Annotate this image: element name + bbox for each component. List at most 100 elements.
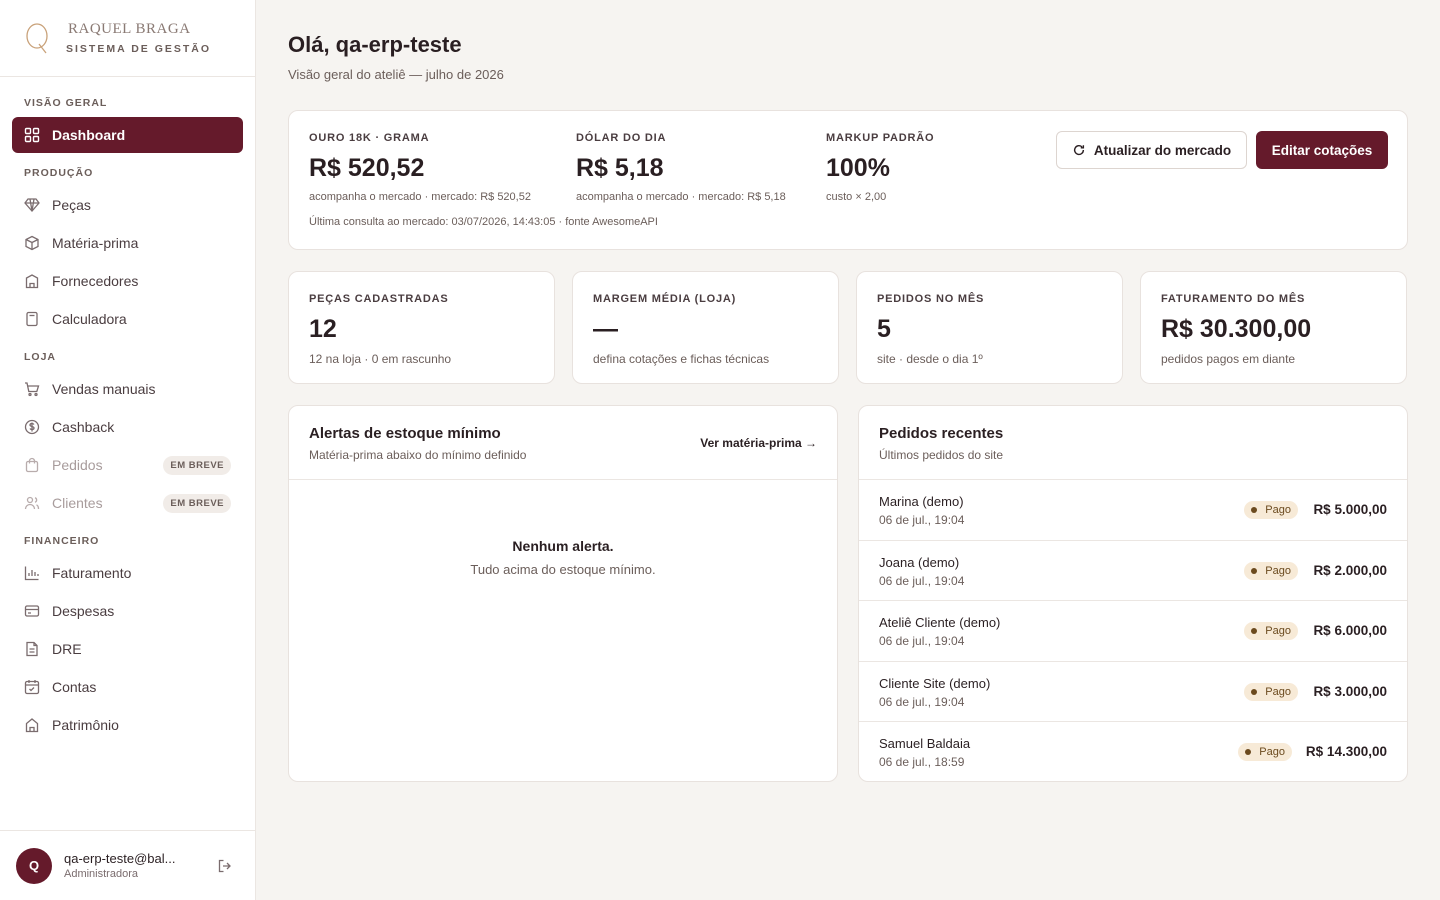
sidebar-item-label: Despesas bbox=[52, 603, 115, 619]
sidebar-item-vendas-manuais[interactable]: Vendas manuais bbox=[12, 371, 243, 407]
logout-icon[interactable] bbox=[217, 858, 233, 874]
sidebar-item-dashboard[interactable]: Dashboard bbox=[12, 117, 243, 153]
status-label: Pago bbox=[1265, 625, 1291, 637]
sidebar-item-patrimonio[interactable]: Patrimônio bbox=[12, 707, 243, 743]
sidebar: RAQUEL BRAGA SISTEMA DE GESTÃO VISÃO GER… bbox=[0, 0, 256, 900]
panel-title: Pedidos recentes bbox=[879, 425, 1004, 442]
cart-icon bbox=[24, 381, 40, 397]
sidebar-item-label: DRE bbox=[52, 641, 82, 657]
recent-orders-panel: Pedidos recentes Últimos pedidos do site… bbox=[858, 405, 1408, 782]
building-icon bbox=[24, 273, 40, 289]
refresh-market-button[interactable]: Atualizar do mercado bbox=[1056, 131, 1247, 169]
sidebar-item-pecas[interactable]: Peças bbox=[12, 187, 243, 223]
sidebar-item-label: Clientes bbox=[52, 495, 103, 511]
user-profile[interactable]: Q qa-erp-teste@bal... Administradora bbox=[0, 830, 255, 900]
status-dot bbox=[1251, 567, 1258, 574]
stat-note: 12 na loja · 0 em rascunho bbox=[309, 352, 452, 366]
sidebar-item-label: Cashback bbox=[52, 419, 115, 435]
stat-value: R$ 30.300,00 bbox=[1161, 315, 1312, 343]
order-row[interactable]: Marina (demo) 06 de jul., 19:04 Pago R$ … bbox=[859, 480, 1407, 541]
nav-section-title: VISÃO GERAL bbox=[24, 97, 108, 109]
brand[interactable]: RAQUEL BRAGA SISTEMA DE GESTÃO bbox=[0, 0, 255, 77]
order-amount: R$ 6.000,00 bbox=[1313, 623, 1387, 638]
order-date: 06 de jul., 19:04 bbox=[879, 513, 965, 527]
gem-icon bbox=[24, 197, 40, 213]
sidebar-item-label: Fornecedores bbox=[52, 273, 139, 289]
credit-card-icon bbox=[24, 603, 40, 619]
sidebar-item-clientes[interactable]: Clientes EM BREVE bbox=[12, 485, 243, 521]
stat-label: MARGEM MÉDIA (LOJA) bbox=[593, 293, 737, 305]
bank-icon bbox=[24, 717, 40, 733]
sidebar-item-cashback[interactable]: Cashback bbox=[12, 409, 243, 445]
sidebar-item-label: Peças bbox=[52, 197, 91, 213]
document-icon bbox=[24, 641, 40, 657]
order-row[interactable]: Ateliê Cliente (demo) 06 de jul., 19:04 … bbox=[859, 601, 1407, 662]
nav-section-title: FINANCEIRO bbox=[24, 535, 100, 547]
sidebar-nav: VISÃO GERAL Dashboard PRODUÇÃO Peças Mat… bbox=[0, 77, 255, 743]
dollar-circle-icon bbox=[24, 419, 40, 435]
sidebar-item-faturamento[interactable]: Faturamento bbox=[12, 555, 243, 591]
sidebar-item-label: Pedidos bbox=[52, 457, 103, 473]
panel-subtitle: Últimos pedidos do site bbox=[879, 448, 1004, 462]
q-monogram-icon bbox=[26, 23, 48, 54]
gold-value: R$ 520,52 bbox=[309, 154, 425, 182]
sidebar-item-dre[interactable]: DRE bbox=[12, 631, 243, 667]
sidebar-item-label: Patrimônio bbox=[52, 717, 119, 733]
users-icon bbox=[24, 495, 40, 511]
stat-value: — bbox=[593, 315, 618, 343]
view-materia-prima-link[interactable]: Ver matéria-prima → bbox=[700, 436, 817, 450]
markup-value: 100% bbox=[826, 154, 890, 182]
order-row[interactable]: Samuel Baldaia 06 de jul., 18:59 Pago R$… bbox=[859, 722, 1407, 783]
sidebar-item-pedidos[interactable]: Pedidos EM BREVE bbox=[12, 447, 243, 483]
sidebar-item-fornecedores[interactable]: Fornecedores bbox=[12, 263, 243, 299]
page-title: Olá, qa-erp-teste bbox=[288, 32, 462, 57]
bag-icon bbox=[24, 457, 40, 473]
stat-card-pecas: PEÇAS CADASTRADAS 12 12 na loja · 0 em r… bbox=[288, 271, 555, 384]
status-badge: Pago bbox=[1238, 743, 1292, 761]
stat-value: 12 bbox=[309, 315, 337, 343]
user-role: Administradora bbox=[64, 868, 138, 880]
sidebar-item-label: Vendas manuais bbox=[52, 381, 156, 397]
page-subtitle: Visão geral do ateliê — julho de 2026 bbox=[288, 67, 504, 82]
sidebar-item-contas[interactable]: Contas bbox=[12, 669, 243, 705]
empty-state-subtitle: Tudo acima do estoque mínimo. bbox=[470, 562, 656, 577]
orders-list: Marina (demo) 06 de jul., 19:04 Pago R$ … bbox=[859, 480, 1407, 783]
status-badge: Pago bbox=[1244, 501, 1298, 519]
order-date: 06 de jul., 19:04 bbox=[879, 634, 965, 648]
order-amount: R$ 3.000,00 bbox=[1313, 683, 1387, 699]
calculator-icon bbox=[24, 311, 40, 327]
sidebar-item-label: Faturamento bbox=[52, 565, 132, 581]
sidebar-item-calculadora[interactable]: Calculadora bbox=[12, 301, 243, 337]
user-email: qa-erp-teste@bal... bbox=[64, 851, 176, 866]
order-customer: Ateliê Cliente (demo) bbox=[879, 615, 1001, 630]
status-badge: Pago bbox=[1244, 561, 1298, 580]
order-customer: Marina (demo) bbox=[879, 494, 964, 509]
edit-quotes-button[interactable]: Editar cotações bbox=[1256, 131, 1388, 169]
order-row[interactable]: Cliente Site (demo) 06 de jul., 19:04 Pa… bbox=[859, 662, 1407, 722]
sidebar-item-label: Dashboard bbox=[52, 127, 126, 143]
sidebar-item-label: Calculadora bbox=[52, 311, 127, 327]
refresh-icon bbox=[1073, 144, 1084, 156]
stat-card-faturamento: FATURAMENTO DO MÊS R$ 30.300,00 pedidos … bbox=[1140, 271, 1407, 384]
refresh-market-label: Atualizar do mercado bbox=[1093, 142, 1232, 158]
status-dot bbox=[1251, 507, 1258, 513]
quotes-card: OURO 18K · GRAMA R$ 520,52 acompanha o m… bbox=[288, 110, 1408, 250]
order-row[interactable]: Joana (demo) 06 de jul., 19:04 Pago R$ 2… bbox=[859, 541, 1407, 601]
stat-card-margem: MARGEM MÉDIA (LOJA) — defina cotações e … bbox=[572, 271, 839, 384]
stat-note: site · desde o dia 1º bbox=[877, 352, 983, 366]
panel-header: Pedidos recentes Últimos pedidos do site bbox=[859, 406, 1407, 480]
order-amount: R$ 5.000,00 bbox=[1313, 502, 1387, 517]
status-label: Pago bbox=[1265, 685, 1291, 698]
panel-subtitle: Matéria-prima abaixo do mínimo definido bbox=[309, 448, 527, 462]
dollar-label: DÓLAR DO DIA bbox=[576, 132, 667, 144]
status-badge: Pago bbox=[1244, 622, 1298, 640]
avatar: Q bbox=[16, 847, 52, 884]
gold-quote: OURO 18K · GRAMA R$ 520,52 acompanha o m… bbox=[309, 132, 531, 203]
bar-chart-icon bbox=[24, 565, 40, 581]
status-label: Pago bbox=[1265, 504, 1291, 516]
coming-soon-badge: EM BREVE bbox=[163, 493, 231, 513]
box-icon bbox=[24, 235, 40, 251]
stat-label: PEÇAS CADASTRADAS bbox=[309, 293, 449, 305]
sidebar-item-materia-prima[interactable]: Matéria-prima bbox=[12, 225, 243, 261]
sidebar-item-despesas[interactable]: Despesas bbox=[12, 593, 243, 629]
